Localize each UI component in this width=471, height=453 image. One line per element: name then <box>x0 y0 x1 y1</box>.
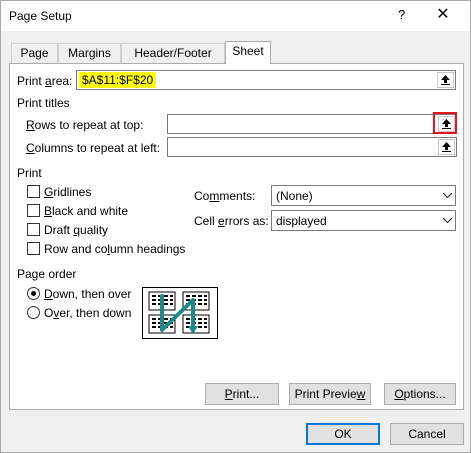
collapse-arrow-icon <box>442 142 451 152</box>
print-titles-heading: Print titles <box>17 96 70 110</box>
dialog-title: Page Setup <box>9 9 72 23</box>
rows-to-repeat-input[interactable] <box>167 114 457 134</box>
ok-button[interactable]: OK <box>306 423 380 445</box>
cell-errors-select[interactable]: displayed <box>271 210 456 231</box>
print-area-label: Print area: <box>17 74 73 88</box>
comments-label: Comments: <box>194 189 256 203</box>
row-column-headings-checkbox[interactable] <box>27 242 40 255</box>
over-then-down-radio[interactable] <box>27 306 40 319</box>
cell-errors-value: displayed <box>276 214 327 228</box>
cell-errors-label: Cell errors as: <box>194 214 269 228</box>
page-order-heading: Page order <box>17 267 77 281</box>
draft-quality-checkbox[interactable] <box>27 223 40 236</box>
title-bar: Page Setup ? ✕ <box>1 1 470 31</box>
draft-quality-label: Draft quality <box>44 223 109 237</box>
black-and-white-label: Black and white <box>44 204 129 218</box>
tab-margins[interactable]: Margins <box>58 43 121 63</box>
row-column-headings-label: Row and column headings <box>44 242 186 256</box>
down-then-over-label: Down, then over <box>44 287 132 301</box>
page-order-preview <box>142 287 218 339</box>
chevron-down-icon[interactable] <box>438 211 455 230</box>
tab-page[interactable]: Page <box>11 43 58 63</box>
options-button[interactable]: Options... <box>384 383 456 405</box>
rows-to-repeat-label: Rows to repeat at top: <box>26 118 144 132</box>
sheet-tab-panel: Print area: $A$11:$F$20 Print titles Row… <box>9 63 464 410</box>
print-heading: Print <box>17 166 42 180</box>
collapse-dialog-button[interactable] <box>437 72 454 88</box>
black-and-white-checkbox[interactable] <box>27 204 40 217</box>
print-area-value: $A$11:$F$20 <box>79 72 157 88</box>
comments-value: (None) <box>276 189 313 203</box>
cancel-button[interactable]: Cancel <box>390 423 464 445</box>
close-button[interactable]: ✕ <box>433 5 453 25</box>
down-then-over-radio[interactable] <box>27 287 40 300</box>
columns-collapse-button[interactable] <box>438 139 455 155</box>
tab-sheet[interactable]: Sheet <box>225 41 271 64</box>
columns-to-repeat-label: Columns to repeat at left: <box>26 141 161 155</box>
over-then-down-label: Over, then down <box>44 306 132 320</box>
highlight-box <box>433 112 457 134</box>
gridlines-label: Gridlines <box>44 185 92 199</box>
print-area-input[interactable]: $A$11:$F$20 <box>76 70 456 90</box>
tab-header-footer[interactable]: Header/Footer <box>121 43 225 63</box>
print-button[interactable]: Print... <box>205 383 279 405</box>
gridlines-checkbox[interactable] <box>27 185 40 198</box>
collapse-arrow-icon <box>441 75 450 85</box>
columns-to-repeat-input[interactable] <box>167 137 457 157</box>
print-preview-button[interactable]: Print Preview <box>289 383 371 405</box>
page-order-diagram-icon <box>148 291 210 334</box>
help-button[interactable]: ? <box>398 7 405 22</box>
page-setup-dialog: Page Setup ? ✕ Page Margins Header/Foote… <box>0 0 471 453</box>
chevron-down-icon[interactable] <box>438 186 455 205</box>
comments-select[interactable]: (None) <box>271 185 456 206</box>
